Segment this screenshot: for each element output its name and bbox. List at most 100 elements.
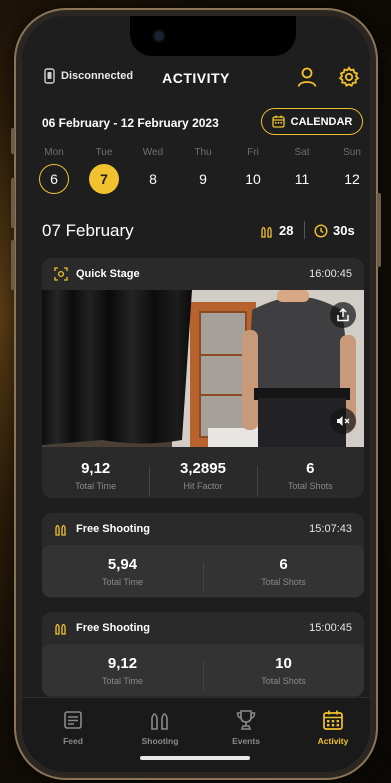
- tab-bar: Feed Shooting Events Activity: [22, 697, 370, 772]
- stat-value: 10: [275, 654, 292, 672]
- day-number: 11: [294, 171, 310, 187]
- bullets-icon: [151, 713, 168, 730]
- tab-shooting[interactable]: Shooting: [125, 708, 195, 746]
- session-header: Free Shooting 15:07:43: [42, 513, 364, 545]
- trophy-icon: [236, 710, 256, 730]
- day-name: Sat: [294, 147, 310, 158]
- session-header: Quick Stage 16:00:45: [42, 258, 364, 290]
- tab-label: Activity: [317, 736, 349, 746]
- stat-label: Total Time: [75, 480, 117, 491]
- session-card-quick-stage[interactable]: Quick Stage 16:00:45 9,12 Total Time 3,2…: [42, 258, 364, 498]
- tab-label: Shooting: [141, 736, 179, 746]
- day-name: Sun: [343, 147, 361, 158]
- app-screen: Disconnected ACTIVITY 06 February - 12 F…: [22, 16, 370, 772]
- day-fri[interactable]: Fri 10: [236, 147, 270, 194]
- clock-icon: [314, 223, 328, 238]
- selected-date: 07 February: [42, 221, 134, 240]
- home-indicator: [140, 756, 250, 760]
- volume-down-button: [11, 240, 15, 290]
- stat-label: Hit Factor: [183, 480, 223, 491]
- share-button[interactable]: [330, 302, 356, 328]
- stat-total-shots: 10 Total Shots: [203, 654, 364, 691]
- stat-total-time: 5,94 Total Time: [42, 556, 203, 587]
- session-card-free-shooting-1[interactable]: Free Shooting 15:07:43 5,94 Total Time 6…: [42, 513, 364, 598]
- day-number: 10: [245, 171, 261, 187]
- stat-total-shots: 6 Total Shots: [203, 555, 364, 592]
- feed-icon: [64, 711, 82, 729]
- day-shots-value: 28: [279, 223, 294, 238]
- day-number: 9: [199, 171, 207, 187]
- speaker-muted-icon: [337, 416, 350, 426]
- stat-label: Total Shots: [261, 675, 306, 686]
- gear-icon: [338, 66, 360, 87]
- tab-events[interactable]: Events: [211, 708, 281, 746]
- session-time: 15:07:43: [309, 523, 352, 535]
- session-title: Quick Stage: [76, 268, 140, 280]
- divider: [304, 221, 305, 239]
- session-stats: 5,94 Total Time 6 Total Shots: [42, 545, 364, 597]
- session-time: 15:00:45: [309, 622, 352, 634]
- front-camera: [154, 31, 164, 41]
- stat-hit-factor: 3,2895 Hit Factor: [149, 459, 256, 496]
- day-name: Mon: [44, 147, 64, 158]
- day-name: Fri: [247, 147, 259, 158]
- bullets-icon: [261, 226, 272, 238]
- stat-label: Total Time: [101, 675, 143, 686]
- calendar-icon: [271, 115, 285, 128]
- power-button: [377, 193, 381, 267]
- day-number: 6: [39, 164, 69, 194]
- tab-label: Feed: [63, 736, 83, 746]
- day-shots: 28: [260, 223, 293, 238]
- tab-label: Events: [232, 736, 260, 746]
- day-name: Thu: [194, 147, 212, 158]
- stat-label: Total Time: [101, 576, 143, 587]
- session-card-free-shooting-2[interactable]: Free Shooting 15:00:45 9,12 Total Time 1…: [42, 612, 364, 697]
- stat-total-shots: 6 Total Shots: [256, 459, 364, 496]
- volume-up-button: [11, 178, 15, 228]
- session-stats: 9,12 Total Time 10 Total Shots: [42, 644, 364, 696]
- user-icon: [297, 67, 317, 87]
- tab-activity[interactable]: Activity: [298, 708, 368, 746]
- share-icon: [337, 308, 349, 322]
- settings-button[interactable]: [336, 64, 362, 90]
- tab-feed[interactable]: Feed: [38, 708, 108, 746]
- calendar-icon: [323, 710, 343, 730]
- stat-value: 6: [306, 459, 315, 477]
- calendar-button[interactable]: CALENDAR: [261, 108, 363, 135]
- profile-button[interactable]: [294, 64, 320, 90]
- session-header: Free Shooting 15:00:45: [42, 612, 364, 644]
- day-sun[interactable]: Sun 12: [335, 147, 369, 194]
- stat-value: 9,12: [81, 459, 111, 477]
- session-time: 16:00:45: [309, 268, 352, 280]
- date-range: 06 February - 12 February 2023: [42, 116, 219, 130]
- stat-label: Total Shots: [288, 480, 333, 491]
- day-tue[interactable]: Tue 7: [87, 147, 121, 194]
- day-mon[interactable]: Mon 6: [37, 147, 71, 194]
- day-number: 7: [89, 164, 119, 194]
- stat-value: 5,94: [107, 555, 138, 573]
- session-stats: 9,12 Total Time 3,2895 Hit Factor 6 Tota…: [42, 447, 364, 498]
- stat-total-time: 9,12 Total Time: [42, 460, 149, 491]
- day-name: Tue: [95, 147, 113, 158]
- session-title: Free Shooting: [76, 523, 150, 535]
- session-title: Free Shooting: [76, 622, 150, 634]
- day-thu[interactable]: Thu 9: [186, 147, 220, 194]
- stat-label: Total Shots: [261, 576, 306, 587]
- target-icon: [54, 267, 68, 281]
- session-video[interactable]: [42, 290, 364, 447]
- day-sat[interactable]: Sat 11: [285, 147, 319, 194]
- video-thumbnail: [42, 290, 364, 447]
- day-number: 12: [344, 171, 360, 187]
- day-time: 30s: [314, 223, 355, 238]
- stat-value: 3,2895: [180, 459, 226, 477]
- mute-switch: [11, 128, 15, 154]
- bullets-icon: [55, 524, 66, 536]
- mute-button[interactable]: [330, 408, 356, 434]
- stat-value: 6: [279, 555, 288, 573]
- day-number: 8: [149, 171, 157, 187]
- stat-total-time: 9,12 Total Time: [42, 655, 203, 686]
- day-wed[interactable]: Wed 8: [136, 147, 170, 194]
- bullets-icon: [55, 623, 66, 635]
- notch: [130, 16, 296, 56]
- calendar-button-label: CALENDAR: [290, 115, 353, 128]
